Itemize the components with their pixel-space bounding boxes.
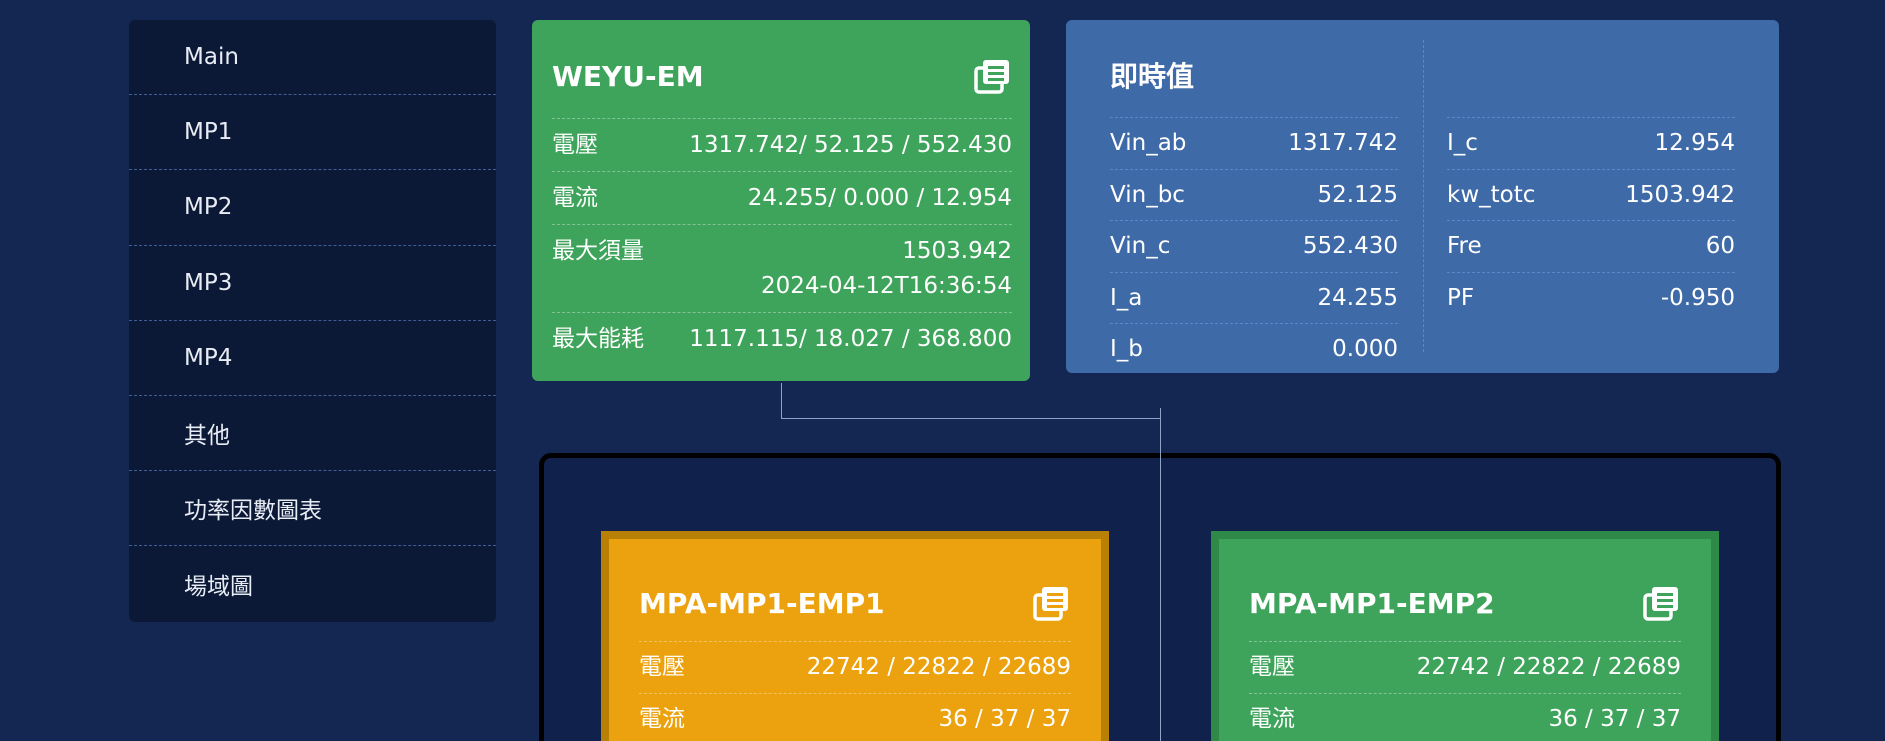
rt-value: 52.125 <box>1317 181 1398 208</box>
voltage-row: 電壓 22742 / 22822 / 22689 <box>639 641 1071 693</box>
voltage-value: 1317.742/ 52.125 / 552.430 <box>689 132 1012 158</box>
voltage-row: 電壓 22742 / 22822 / 22689 <box>1249 641 1681 693</box>
max-demand-label: 最大須量 <box>552 238 644 264</box>
current-value: 24.255/ 0.000 / 12.954 <box>747 185 1012 211</box>
card-title: MPA-MP1-EMP1 <box>639 586 885 620</box>
realtime-column-divider <box>1423 40 1424 352</box>
copy-icon[interactable] <box>1031 583 1071 623</box>
rt-row-vin-c: Vin_c 552.430 <box>1110 220 1398 272</box>
rt-row-i-a: I_a 24.255 <box>1110 271 1398 324</box>
rt-label: PF <box>1447 284 1475 311</box>
rt-row-vin-bc: Vin_bc 52.125 <box>1110 168 1398 221</box>
max-energy-row: 最大能耗 1117.115/ 18.027 / 368.800 <box>552 312 1012 365</box>
sidebar-item-label: 場域圖 <box>184 573 253 600</box>
connector-line <box>1160 408 1161 741</box>
rt-row-pf: PF -0.950 <box>1447 271 1735 324</box>
copy-icon[interactable] <box>1641 583 1681 623</box>
rt-label: Vin_c <box>1110 233 1171 260</box>
sidebar: Main MP1 MP2 MP3 MP4 其他 功率因數圖表 場域圖 <box>129 20 496 622</box>
sidebar-item-label: 功率因數圖表 <box>184 498 322 525</box>
copy-icon[interactable] <box>972 56 1012 96</box>
rt-value: 12.954 <box>1654 130 1735 157</box>
max-energy-label: 最大能耗 <box>552 326 644 352</box>
rt-value: 1503.942 <box>1625 181 1735 208</box>
current-label: 電流 <box>552 185 598 211</box>
voltage-row: 電壓 1317.742/ 52.125 / 552.430 <box>552 118 1012 171</box>
rt-label: I_b <box>1110 336 1143 363</box>
rt-row-i-c: I_c 12.954 <box>1447 117 1735 169</box>
current-label: 電流 <box>1249 706 1295 732</box>
rt-value: 0.000 <box>1332 336 1398 363</box>
rt-label: I_c <box>1447 130 1478 157</box>
rt-label: I_a <box>1110 284 1143 311</box>
rt-value: -0.950 <box>1660 284 1735 311</box>
voltage-value: 22742 / 22822 / 22689 <box>1416 654 1681 680</box>
connector-line <box>781 418 1161 419</box>
sidebar-item-mp2[interactable]: MP2 <box>129 170 496 246</box>
rt-label: Fre <box>1447 233 1482 260</box>
sidebar-item-label: MP4 <box>184 344 233 371</box>
meter-card-emp2: MPA-MP1-EMP2 電壓 22742 / 22822 / 22689 電流… <box>1211 531 1719 741</box>
rt-row-fre: Fre 60 <box>1447 220 1735 272</box>
meter-card-emp1: MPA-MP1-EMP1 電壓 22742 / 22822 / 22689 電流… <box>601 531 1109 741</box>
realtime-left-column: Vin_ab 1317.742 Vin_bc 52.125 Vin_c 552.430… <box>1110 117 1398 375</box>
sidebar-item-main[interactable]: Main <box>129 20 496 96</box>
rt-row-i-b: I_b 0.000 <box>1110 323 1398 375</box>
card-title: WEYU-EM <box>552 59 704 93</box>
max-demand-time: 2024-04-12T16:36:54 <box>760 273 1012 299</box>
realtime-right-column: I_c 12.954 kw_totc 1503.942 Fre 60 PF -0.950 <box>1447 117 1735 375</box>
sidebar-item-other[interactable]: 其他 <box>129 396 496 472</box>
current-row: 電流 24.255/ 0.000 / 12.954 <box>552 171 1012 224</box>
rt-value: 24.255 <box>1317 284 1398 311</box>
current-row: 電流 36 / 37 / 37 <box>1249 693 1681 741</box>
current-label: 電流 <box>639 706 685 732</box>
max-energy-value: 1117.115/ 18.027 / 368.800 <box>689 326 1012 352</box>
sidebar-item-label: MP1 <box>184 119 233 146</box>
sidebar-item-label: MP3 <box>184 269 233 296</box>
card-title: MPA-MP1-EMP2 <box>1249 586 1495 620</box>
sidebar-item-mp1[interactable]: MP1 <box>129 95 496 171</box>
sidebar-item-label: 其他 <box>184 423 230 450</box>
sidebar-item-site-map[interactable]: 場域圖 <box>129 546 496 621</box>
sidebar-item-pf-chart[interactable]: 功率因數圖表 <box>129 471 496 547</box>
voltage-value: 22742 / 22822 / 22689 <box>806 654 1071 680</box>
rt-row-kw-totc: kw_totc 1503.942 <box>1447 168 1735 221</box>
voltage-label: 電壓 <box>639 654 685 680</box>
sidebar-item-label: MP2 <box>184 194 233 221</box>
rt-value: 552.430 <box>1302 233 1398 260</box>
sidebar-item-mp3[interactable]: MP3 <box>129 246 496 321</box>
rt-label: Vin_bc <box>1110 181 1185 208</box>
max-demand-value: 1503.942 <box>902 238 1012 264</box>
rt-value: 60 <box>1705 233 1735 260</box>
current-value: 36 / 37 / 37 <box>1548 706 1681 732</box>
current-value: 36 / 37 / 37 <box>938 706 1071 732</box>
sidebar-item-label: Main <box>184 44 239 71</box>
voltage-label: 電壓 <box>552 132 598 158</box>
rt-label: Vin_ab <box>1110 130 1187 157</box>
sidebar-item-mp4[interactable]: MP4 <box>129 321 496 396</box>
voltage-label: 電壓 <box>1249 654 1295 680</box>
max-demand-row: 最大須量 1503.942 2024-04-12T16:36:54 <box>552 224 1012 312</box>
meter-card-weyu-em: WEYU-EM 電壓 1317.742/ 52.125 / 552.430 電流… <box>532 20 1030 381</box>
connector-line <box>781 383 782 419</box>
rt-value: 1317.742 <box>1288 130 1398 157</box>
rt-row-vin-ab: Vin_ab 1317.742 <box>1110 117 1398 169</box>
rt-label: kw_totc <box>1447 181 1536 208</box>
current-row: 電流 36 / 37 / 37 <box>639 693 1071 741</box>
